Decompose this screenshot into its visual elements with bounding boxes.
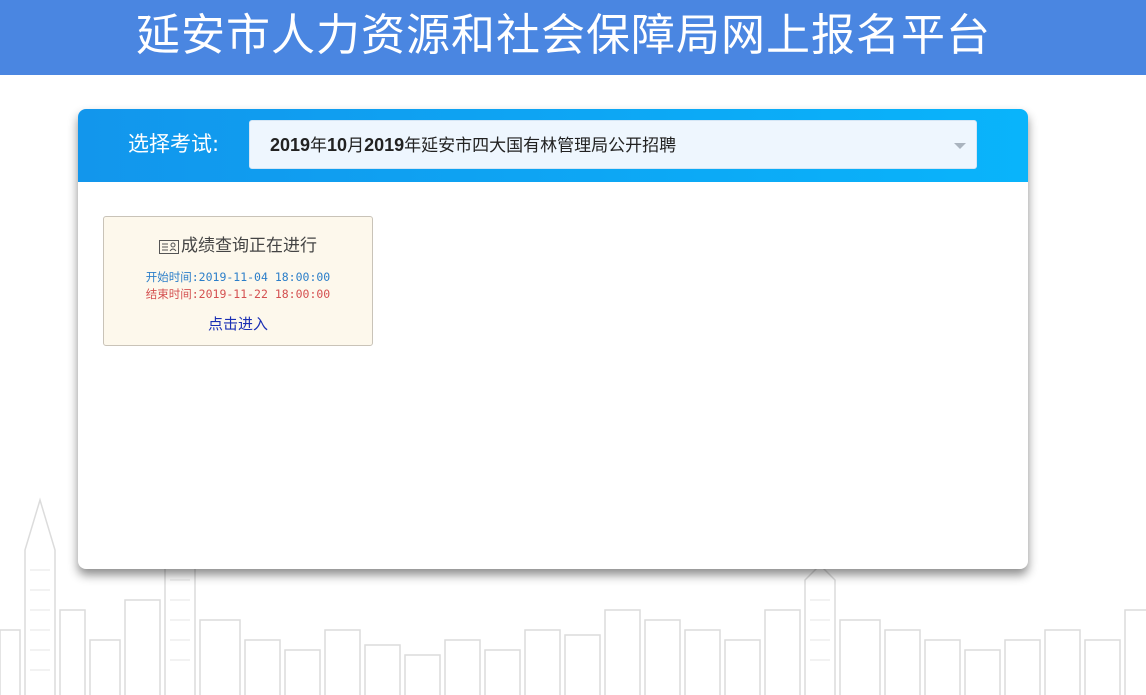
exam-select-label: 选择考试: — [128, 132, 220, 156]
exam-select-bar: 选择考试: 2019年10月2019年延安市四大国有林管理局公开招聘 — [78, 109, 1028, 182]
id-card-icon — [159, 239, 179, 259]
end-time: 结束时间:2019-11-22 18:00:00 — [145, 287, 331, 301]
site-title: 延安市人力资源和社会保障局网上报名平台 — [136, 10, 991, 61]
enter-link[interactable]: 点击进入 — [104, 313, 372, 334]
exam-select-value: 2019年10月2019年延安市四大国有林管理局公开招聘 — [270, 135, 677, 156]
exam-panel: 选择考试: 2019年10月2019年延安市四大国有林管理局公开招聘 成绩查询正… — [78, 109, 1028, 569]
site-header: 延安市人力资源和社会保障局网上报名平台 — [0, 0, 1146, 75]
card-title: 成绩查询正在进行 — [104, 231, 372, 259]
chevron-down-icon — [954, 143, 966, 149]
card-title-text: 成绩查询正在进行 — [181, 236, 317, 256]
start-time: 开始时间:2019-11-04 18:00:00 — [145, 270, 331, 284]
exam-card: 成绩查询正在进行 开始时间:2019-11-04 18:00:00 结束时间:2… — [103, 216, 373, 346]
exam-select-dropdown[interactable]: 2019年10月2019年延安市四大国有林管理局公开招聘 — [249, 120, 977, 169]
